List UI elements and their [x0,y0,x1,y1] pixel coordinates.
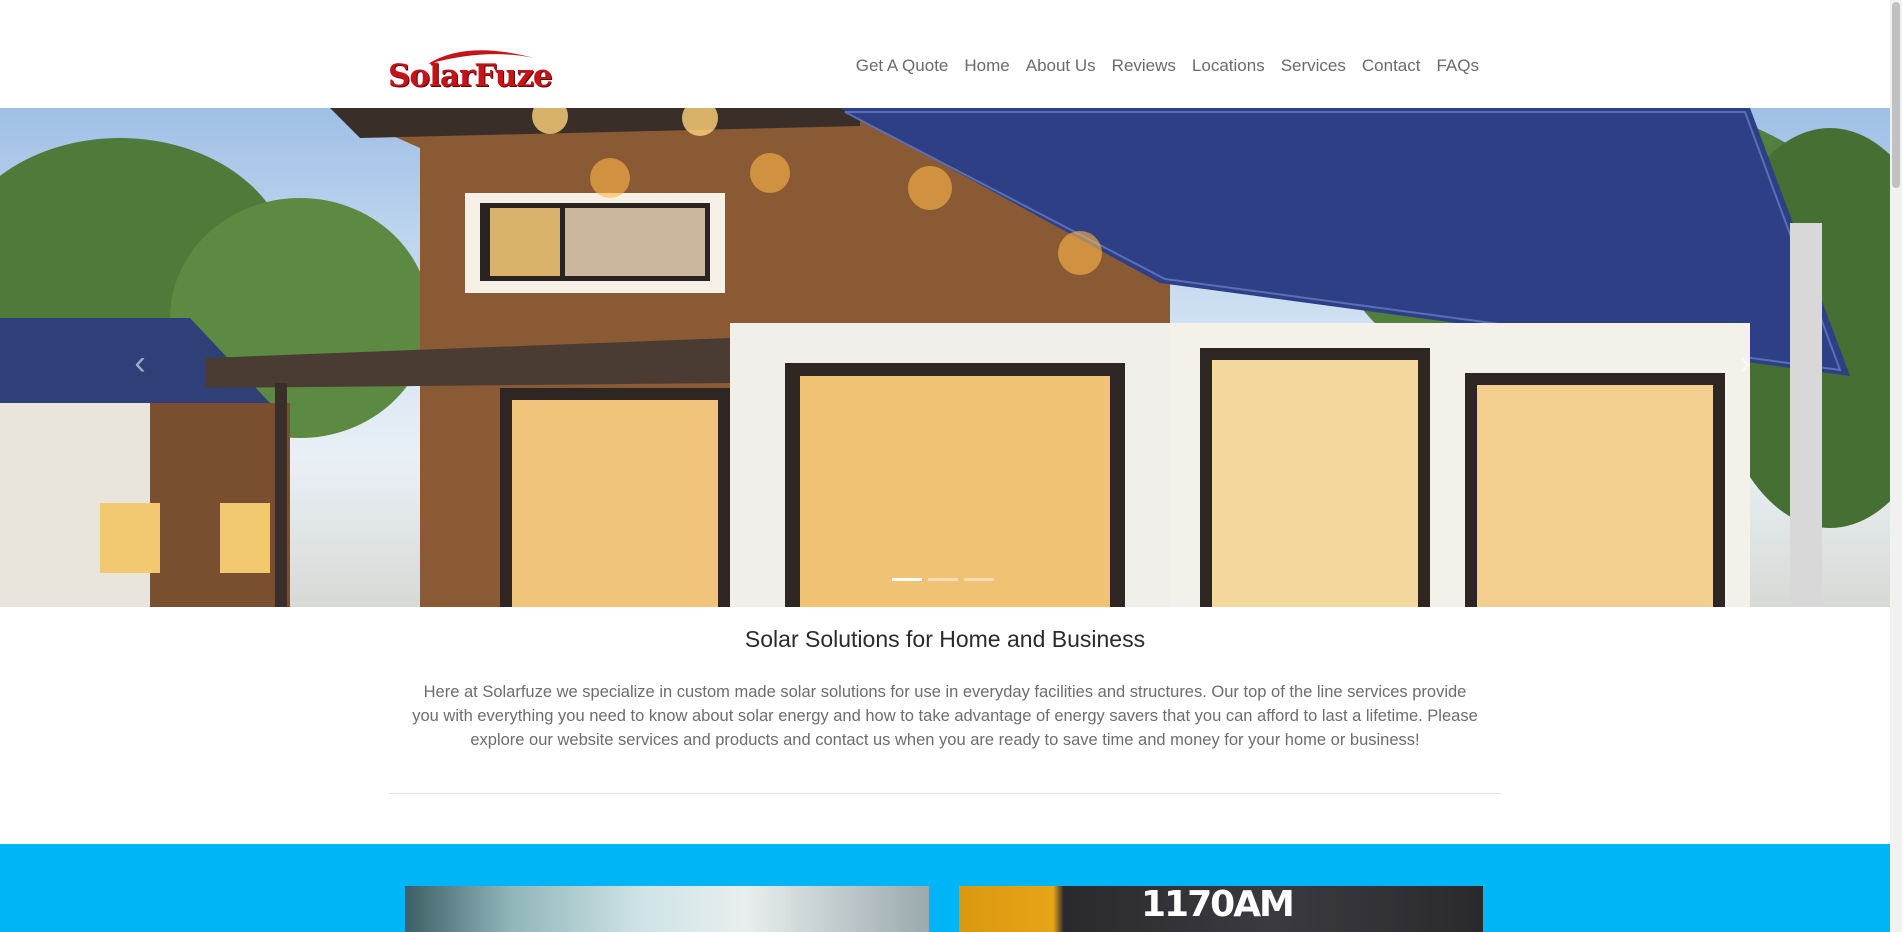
feature-card-right-text: 1170AM [1141,886,1295,925]
chevron-left-icon: ‹ [134,344,146,382]
main-nav: Get A Quote Home About Us Reviews Locati… [856,56,1479,76]
nav-about-us[interactable]: About Us [1026,56,1096,76]
features-band: 1170AM [0,844,1890,932]
nav-home[interactable]: Home [964,56,1009,76]
scrollbar-thumb[interactable] [1892,2,1900,188]
hero-carousel: ‹ › [0,108,1890,607]
nav-faqs[interactable]: FAQs [1436,56,1479,76]
hero-house-image [0,108,1890,607]
carousel-prev-button[interactable]: ‹ [125,343,155,383]
site-header: SolarFuze Get A Quote Home About Us Revi… [0,0,1890,108]
logo-text: SolarFuze [388,58,553,94]
intro-title: Solar Solutions for Home and Business [744,626,1146,652]
page-scrollbar[interactable] [1890,0,1902,932]
nav-get-a-quote[interactable]: Get A Quote [856,56,949,76]
carousel-indicators [892,578,994,581]
carousel-indicator-2[interactable] [928,578,958,581]
nav-services[interactable]: Services [1281,56,1346,76]
nav-reviews[interactable]: Reviews [1112,56,1176,76]
intro-text: Here at Solarfuze we specialize in custo… [412,683,1478,749]
chevron-right-icon: › [1739,344,1751,382]
section-divider [389,793,1501,794]
carousel-indicator-3[interactable] [964,578,994,581]
carousel-indicator-1[interactable] [892,578,922,581]
nav-contact[interactable]: Contact [1362,56,1421,76]
logo[interactable]: SolarFuze [388,44,553,96]
nav-locations[interactable]: Locations [1192,56,1265,76]
carousel-next-button[interactable]: › [1730,343,1760,383]
feature-card-right-image[interactable]: 1170AM [959,886,1483,932]
feature-card-left-image[interactable] [405,886,929,932]
